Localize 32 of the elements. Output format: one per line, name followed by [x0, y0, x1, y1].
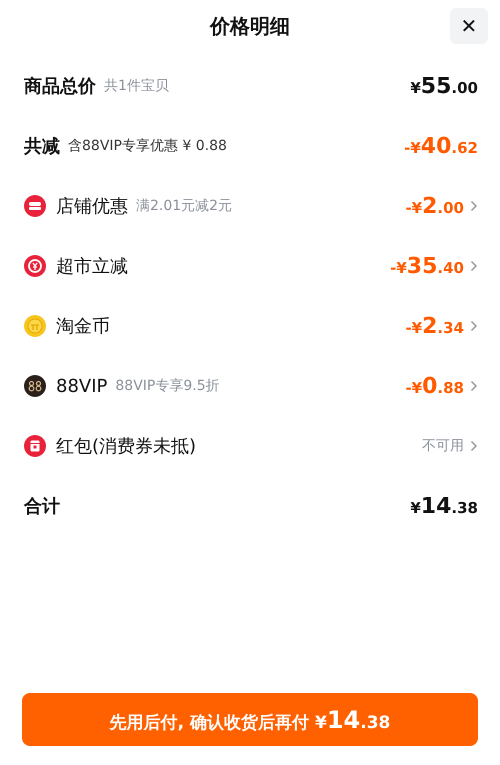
row-label: 88VIP — [56, 376, 108, 396]
chevron-right-icon[interactable] — [470, 440, 478, 452]
row-label: 店铺优惠 — [56, 195, 128, 218]
row-label: 超市立减 — [56, 255, 128, 278]
coin-icon — [24, 315, 46, 337]
row-label: 共减 — [24, 135, 60, 158]
row-note: 共1件宝贝 — [104, 77, 169, 95]
price-amount: -¥2.00 — [405, 194, 464, 218]
store-icon — [24, 195, 46, 217]
row-note: 含88VIP专享优惠 ¥ 0.88 — [68, 137, 227, 155]
chevron-right-icon[interactable] — [470, 380, 478, 392]
row-label: 淘金币 — [56, 315, 110, 338]
vip-badge-icon — [24, 375, 46, 397]
chevron-right-icon[interactable] — [470, 200, 478, 212]
price-amount: ¥55.00 — [410, 74, 478, 98]
price-amount: -¥40.62 — [404, 134, 478, 158]
row-label: 商品总价 — [24, 75, 96, 98]
row-label: 红包(消费券未抵) — [56, 435, 196, 458]
status-text: 不可用 — [422, 437, 464, 455]
sheet-title: 价格明细 — [210, 12, 290, 40]
chevron-right-icon[interactable] — [470, 260, 478, 272]
row-label: 合计 — [24, 495, 60, 518]
price-amount: -¥2.34 — [405, 314, 464, 338]
envelope-icon — [24, 435, 46, 457]
chevron-right-icon[interactable] — [470, 320, 478, 332]
row-note: 88VIP专享9.5折 — [115, 377, 220, 395]
yen-coin-icon — [24, 255, 46, 277]
row-note: 满2.01元减2元 — [136, 197, 232, 215]
price-amount: -¥35.40 — [390, 254, 464, 278]
price-amount: ¥14.38 — [410, 494, 478, 518]
price-amount: -¥0.88 — [405, 374, 464, 398]
close-button[interactable]: ✕ — [450, 8, 488, 44]
